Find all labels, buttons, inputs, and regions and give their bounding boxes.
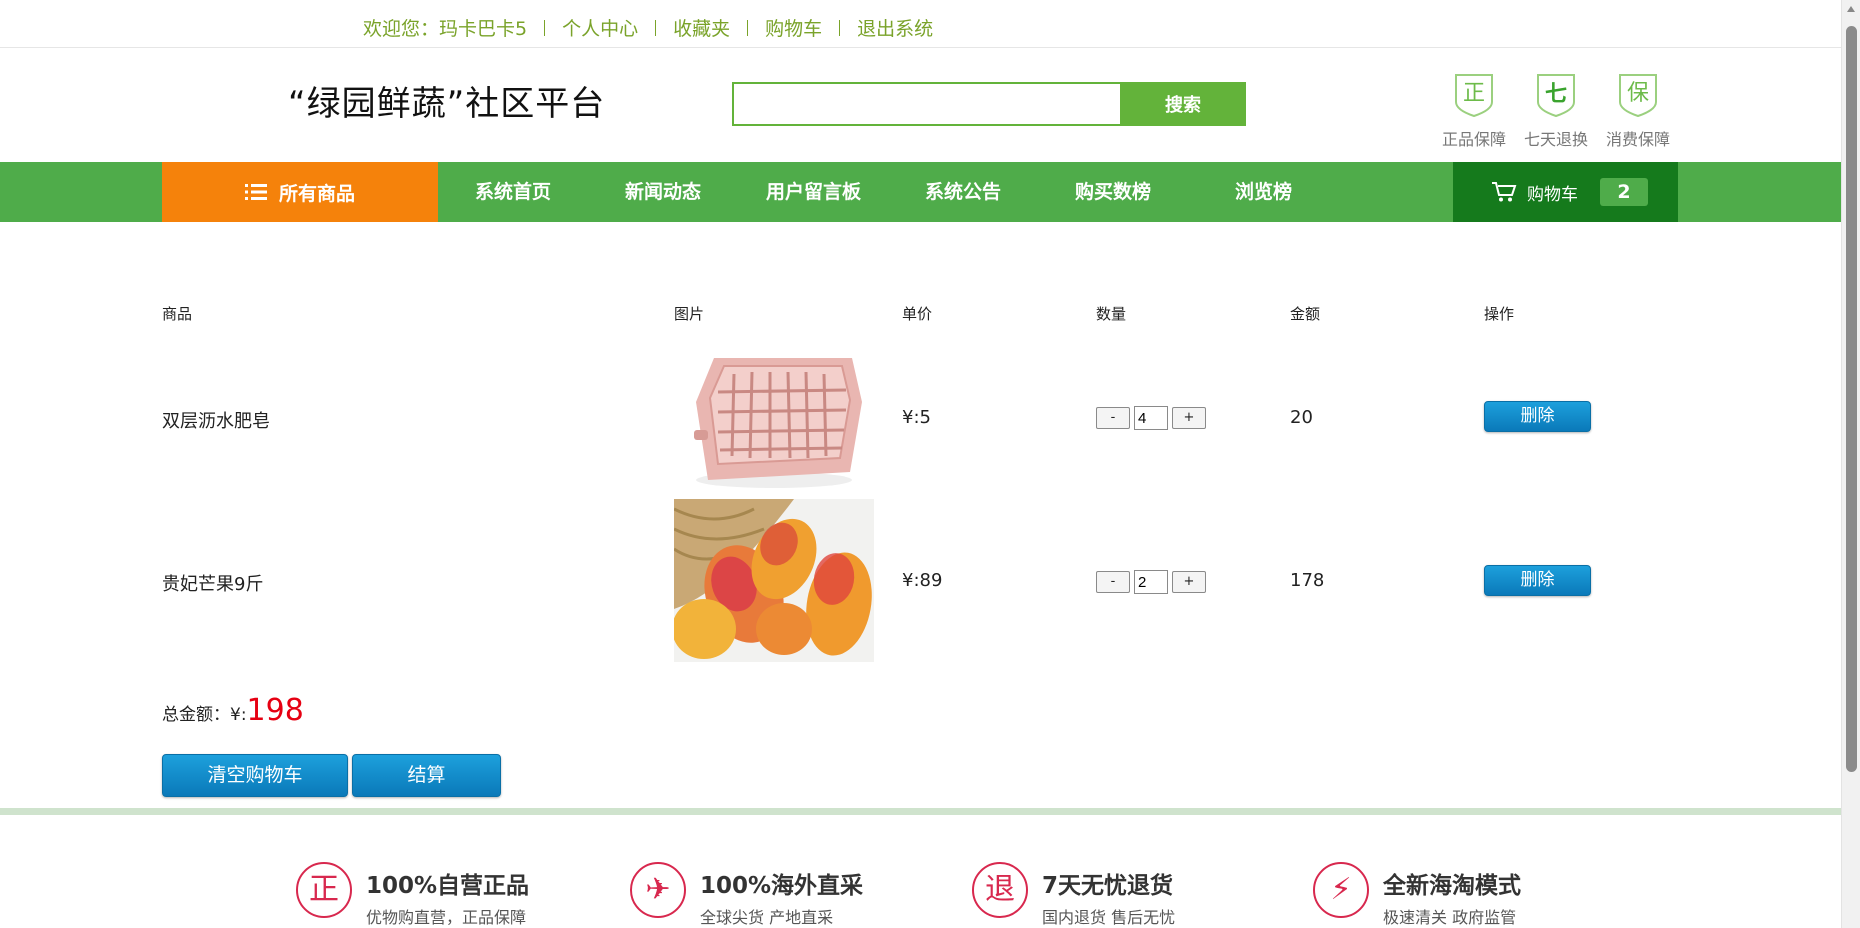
increase-button[interactable]: + xyxy=(1172,571,1206,593)
product-image-soap-dish[interactable] xyxy=(674,340,874,503)
product-name[interactable]: 双层沥水肥皂 xyxy=(162,407,270,433)
shield-return-icon: 七 xyxy=(1537,74,1575,118)
section-divider xyxy=(0,808,1841,815)
cart-icon xyxy=(1492,182,1517,202)
airplane-icon: ✈ xyxy=(630,862,686,918)
mango-image xyxy=(674,499,874,662)
guarantee-genuine: 正 正品保障 xyxy=(1440,72,1508,150)
nav-cart-label: 购物车 xyxy=(1527,184,1578,205)
total-amount: 198 xyxy=(246,693,304,728)
product-image-mango[interactable] xyxy=(674,499,874,662)
cart-total: 总金额：¥:198 xyxy=(162,693,304,728)
guarantee-return: 七 七天退换 xyxy=(1522,72,1590,150)
total-currency: ¥: xyxy=(230,705,247,725)
guarantee-consumer: 保 消费保障 xyxy=(1604,72,1672,150)
top-links: 欢迎您：玛卡巴卡5 个人中心 收藏夹 购物车 退出系统 xyxy=(363,14,933,41)
separator xyxy=(747,19,749,36)
decrease-button[interactable]: - xyxy=(1096,407,1130,429)
quantity-stepper: - + xyxy=(1096,406,1206,430)
feature-subtitle: 极速清关 政府监管 xyxy=(1383,908,1517,927)
quantity-input[interactable] xyxy=(1134,570,1168,594)
clear-cart-button[interactable]: 清空购物车 xyxy=(162,754,348,797)
increase-button[interactable]: + xyxy=(1172,407,1206,429)
all-products-label: 所有商品 xyxy=(278,182,355,205)
nav-announcements[interactable]: 系统公告 xyxy=(925,162,1001,222)
product-name[interactable]: 贵妃芒果9斤 xyxy=(162,570,263,596)
unit-price: ¥:5 xyxy=(902,407,931,428)
feature-title: 100%自营正品 xyxy=(366,873,530,899)
delete-button[interactable]: 删除 xyxy=(1484,565,1591,596)
scroll-up-icon[interactable] xyxy=(1847,6,1855,12)
col-header-quantity: 数量 xyxy=(1096,305,1127,323)
feature-subtitle: 全球尖货 产地直采 xyxy=(700,908,834,927)
search-bar: 搜索 xyxy=(732,82,1246,126)
col-header-amount: 金额 xyxy=(1290,305,1321,323)
delete-button[interactable]: 删除 xyxy=(1484,401,1591,432)
unit-price: ¥:89 xyxy=(902,570,943,591)
total-label: 总金额： xyxy=(162,705,230,725)
feature-title: 全新海淘模式 xyxy=(1383,873,1521,899)
nav-message-board[interactable]: 用户留言板 xyxy=(766,162,861,222)
nav-home[interactable]: 系统首页 xyxy=(475,162,551,222)
quantity-stepper: - + xyxy=(1096,570,1206,594)
soap-dish-image xyxy=(674,340,874,503)
welcome-link[interactable]: 欢迎您：玛卡巴卡5 xyxy=(363,14,527,41)
decrease-button[interactable]: - xyxy=(1096,571,1130,593)
logout-link[interactable]: 退出系统 xyxy=(857,14,933,41)
guarantee-label: 消费保障 xyxy=(1605,130,1670,149)
nav-purchase-ranking[interactable]: 购买数榜 xyxy=(1075,162,1151,222)
personal-center-link[interactable]: 个人中心 xyxy=(562,14,638,41)
separator xyxy=(839,19,841,36)
scrollbar-thumb[interactable] xyxy=(1846,26,1857,772)
top-bar: 欢迎您：玛卡巴卡5 个人中心 收藏夹 购物车 退出系统 xyxy=(0,0,1841,48)
feature-title: 100%海外直采 xyxy=(700,873,864,899)
genuine-icon: 正 xyxy=(296,862,352,918)
nav-news[interactable]: 新闻动态 xyxy=(625,162,701,222)
list-icon xyxy=(244,184,267,200)
separator xyxy=(655,19,657,36)
search-button[interactable]: 搜索 xyxy=(1120,82,1246,126)
feature-subtitle: 国内退货 售后无忧 xyxy=(1042,908,1176,927)
guarantee-label: 七天退换 xyxy=(1523,130,1588,149)
separator xyxy=(544,19,546,36)
nav-cart[interactable]: 购物车 2 xyxy=(1453,162,1678,222)
shield-consumer-icon: 保 xyxy=(1619,74,1657,118)
svg-text:七: 七 xyxy=(1545,82,1567,107)
all-products-menu[interactable]: 所有商品 xyxy=(162,162,438,222)
col-header-price: 单价 xyxy=(902,305,933,323)
svg-text:保: 保 xyxy=(1627,81,1649,106)
site-title[interactable]: “绿园鲜蔬”社区平台 xyxy=(288,76,605,125)
svg-text:正: 正 xyxy=(1463,81,1485,106)
checkout-button[interactable]: 结算 xyxy=(352,754,501,797)
guarantee-label: 正品保障 xyxy=(1441,130,1506,149)
line-amount: 178 xyxy=(1290,570,1325,591)
feature-overseas: ✈ 100%海外直采 全球尖货 产地直采 xyxy=(630,862,863,928)
cart-link[interactable]: 购物车 xyxy=(765,14,822,41)
return-icon: 退 xyxy=(972,862,1028,918)
cart-count-badge: 2 xyxy=(1600,178,1648,206)
col-header-product: 商品 xyxy=(162,305,193,323)
guarantee-badges: 正 正品保障 七 七天退换 保 消费保障 xyxy=(1440,72,1672,150)
shield-genuine-icon: 正 xyxy=(1455,74,1493,118)
feature-genuine: 正 100%自营正品 优物购直营，正品保障 xyxy=(296,862,529,928)
search-input[interactable] xyxy=(732,82,1120,126)
col-header-image: 图片 xyxy=(674,305,705,323)
line-amount: 20 xyxy=(1290,407,1313,428)
feature-mode: ⚡ 全新海淘模式 极速清关 政府监管 xyxy=(1313,862,1521,928)
vertical-scrollbar[interactable] xyxy=(1841,0,1860,928)
lightning-icon: ⚡ xyxy=(1313,862,1369,918)
nav-browse-ranking[interactable]: 浏览榜 xyxy=(1235,162,1292,222)
feature-subtitle: 优物购直营，正品保障 xyxy=(366,908,527,927)
favorites-link[interactable]: 收藏夹 xyxy=(673,14,730,41)
quantity-input[interactable] xyxy=(1134,406,1168,430)
col-header-action: 操作 xyxy=(1484,305,1515,323)
main-nav: 所有商品 系统首页 新闻动态 用户留言板 系统公告 购买数榜 浏览榜 购物车 2 xyxy=(0,162,1841,222)
feature-returns: 退 7天无忧退货 国内退货 售后无忧 xyxy=(972,862,1175,928)
feature-title: 7天无忧退货 xyxy=(1042,873,1174,899)
